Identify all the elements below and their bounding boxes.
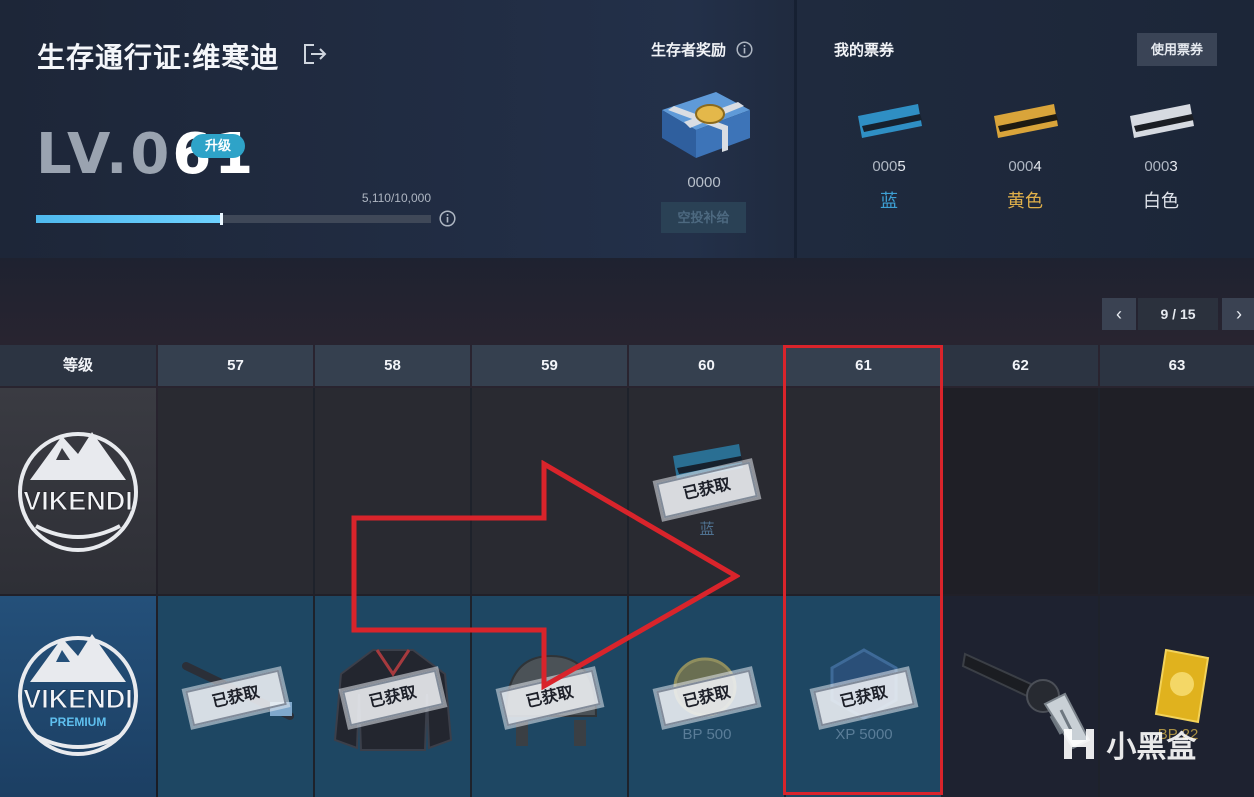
- reward-count: 0000: [687, 174, 721, 191]
- ticket-yellow-count: 0004: [1008, 158, 1042, 175]
- header-divider: [794, 0, 797, 258]
- premium-cell-61-caption: XP 5000: [835, 726, 893, 743]
- ticket-blue-icon: [858, 104, 922, 138]
- page-title: 生存通行证:维寒迪: [37, 42, 280, 73]
- level-header-60: 60: [629, 345, 784, 386]
- ticket-yellow-name: 黄色: [1007, 191, 1043, 211]
- level-header-63: 63: [1100, 345, 1254, 386]
- use-ticket-button[interactable]: 使用票券: [1137, 33, 1217, 66]
- battle-pass-screen: 生存通行证:维寒迪 LV.0 61 升级 5,110/10,000 生存者奖励: [0, 0, 1254, 797]
- reward-info-icon[interactable]: [736, 41, 753, 58]
- xp-text: 5,110/10,000: [361, 191, 431, 205]
- free-cell-60-caption: 蓝: [699, 521, 715, 538]
- svg-text:VIKENDI: VIKENDI: [23, 486, 133, 516]
- exit-icon[interactable]: [302, 42, 328, 66]
- free-cell-58[interactable]: [315, 388, 472, 594]
- svg-text:VIKENDI: VIKENDI: [23, 684, 133, 714]
- watermark: 小黑盒: [1060, 722, 1196, 766]
- ticket-blue-count: 0005: [872, 158, 906, 175]
- page-indicator: 9 / 15: [1138, 298, 1218, 330]
- airdrop-crate-icon: [662, 92, 750, 158]
- premium-cell-60[interactable]: 已获取 BP 500: [629, 596, 786, 797]
- ticket-white[interactable]: 0003 白色: [1101, 100, 1221, 213]
- watermark-logo-icon: [1064, 729, 1094, 759]
- level-column-header: 等级: [0, 345, 156, 386]
- bp-card-reward-icon: [1154, 648, 1210, 724]
- free-cell-61[interactable]: [786, 388, 943, 594]
- vikendi-logo-icon: VIKENDI: [18, 432, 138, 552]
- premium-cell-61[interactable]: 已获取 XP 5000: [786, 596, 943, 797]
- watermark-text: 小黑盒: [1106, 731, 1197, 764]
- xp-progress-bar: [36, 213, 431, 225]
- ticket-yellow-icon: [994, 104, 1058, 138]
- premium-cell-60-caption: BP 500: [682, 726, 732, 743]
- xp-progress-marker: [219, 213, 223, 225]
- free-cell-57[interactable]: [158, 388, 315, 594]
- xp-info-icon[interactable]: [439, 210, 456, 227]
- free-cell-62[interactable]: [943, 388, 1100, 594]
- free-cell-63[interactable]: [1100, 388, 1254, 594]
- airdrop-supply-button[interactable]: 空投补给: [661, 202, 746, 233]
- premium-cell-58[interactable]: 已获取: [315, 596, 472, 797]
- free-track-logo: VIKENDI: [0, 388, 156, 594]
- premium-cell-62[interactable]: [943, 596, 1100, 797]
- premium-track-logo: VIKENDI PREMIUM: [0, 596, 156, 797]
- vikendi-premium-logo-icon: VIKENDI PREMIUM: [18, 634, 138, 756]
- level-prefix: LV.0: [36, 122, 173, 187]
- premium-cell-57[interactable]: 已获取: [158, 596, 315, 797]
- next-page-button[interactable]: ›: [1222, 298, 1254, 330]
- free-cell-59[interactable]: [472, 388, 629, 594]
- svg-text:PREMIUM: PREMIUM: [50, 715, 107, 729]
- ticket-white-name: 白色: [1143, 191, 1179, 211]
- ticket-white-count: 0003: [1144, 158, 1178, 175]
- my-tickets-label: 我的票券: [834, 42, 895, 59]
- free-cell-60[interactable]: 已获取 蓝: [629, 388, 786, 594]
- ticket-white-icon: [1130, 104, 1194, 138]
- level-header-62: 62: [943, 345, 1098, 386]
- level-header-58: 58: [315, 345, 470, 386]
- survivor-reward-label: 生存者奖励: [651, 42, 727, 59]
- upgrade-button[interactable]: 升级: [191, 134, 245, 158]
- ticket-blue[interactable]: 0005 蓝: [829, 100, 949, 213]
- header-panel: 生存通行证:维寒迪 LV.061 升级 5,110/10,000 生存者奖励: [0, 0, 1254, 258]
- level-header-57: 57: [158, 345, 313, 386]
- premium-cell-63[interactable]: BP 22: [1100, 596, 1254, 797]
- level-header-59: 59: [472, 345, 627, 386]
- xp-progress-fill: [36, 215, 222, 223]
- level-header-61: 61: [786, 345, 941, 386]
- ticket-yellow[interactable]: 0004 黄色: [965, 100, 1085, 213]
- prev-page-button[interactable]: ‹: [1102, 298, 1136, 330]
- ticket-blue-name: 蓝: [880, 191, 898, 211]
- premium-cell-59[interactable]: 已获取: [472, 596, 629, 797]
